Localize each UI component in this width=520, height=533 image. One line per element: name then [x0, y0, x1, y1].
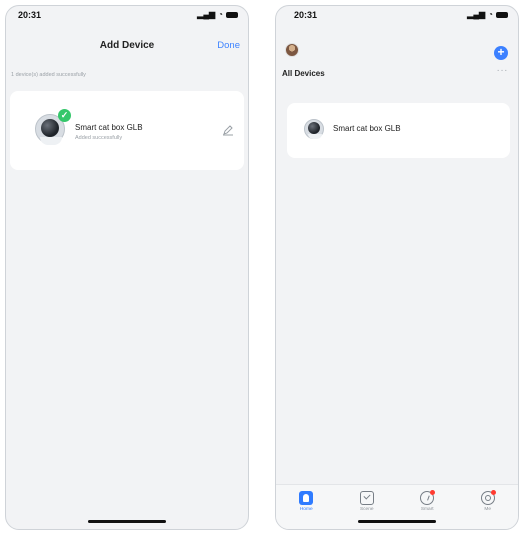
- camera-base: [308, 134, 322, 139]
- edit-icon[interactable]: [222, 124, 234, 136]
- status-bar: 20:31 ▂▄▆ ◔: [276, 6, 518, 24]
- device-name: Smart cat box GLB: [333, 124, 401, 133]
- notification-dot: [490, 490, 496, 495]
- tab-label: Home: [299, 507, 313, 512]
- tab-label: Smart: [420, 507, 434, 512]
- camera-lens: [308, 122, 320, 134]
- camera-lens: [41, 119, 59, 137]
- home-indicator[interactable]: [88, 520, 166, 523]
- done-button[interactable]: Done: [217, 40, 240, 51]
- wifi-icon: ◔: [488, 10, 493, 19]
- camera-base: [40, 137, 62, 145]
- success-check-icon: ✓: [58, 109, 71, 122]
- page-title: Add Device: [99, 40, 155, 51]
- tab-smart[interactable]: Smart: [403, 490, 451, 512]
- status-bar: 20:31 ▂▄▆ ◔: [6, 6, 248, 24]
- scene-icon: [359, 491, 374, 505]
- tab-me[interactable]: Me: [464, 490, 512, 512]
- tab-home[interactable]: Home: [282, 491, 330, 512]
- device-card[interactable]: Smart cat box GLB: [287, 103, 510, 158]
- avatar[interactable]: [285, 43, 299, 57]
- status-icons: ▂▄▆ ◔: [197, 11, 238, 19]
- battery-icon: [496, 12, 508, 18]
- home-screen: 20:31 ▂▄▆ ◔ + All Devices ··· Smart cat …: [275, 5, 519, 530]
- navigation-bar: Add Device Done: [6, 40, 248, 56]
- device-name: Smart cat box GLB: [75, 123, 143, 132]
- screenshot-stage: 20:31 ▂▄▆ ◔ Add Device Done 1 device(s) …: [0, 0, 520, 533]
- more-icon[interactable]: ···: [497, 65, 509, 76]
- notification-dot: [430, 490, 436, 495]
- home-icon: [299, 491, 314, 505]
- status-icons: ▂▄▆ ◔: [467, 11, 508, 19]
- me-icon: [480, 490, 496, 505]
- all-devices-title: All Devices: [282, 69, 325, 78]
- signal-icon: ▂▄▆: [467, 10, 486, 19]
- add-device-button[interactable]: +: [494, 46, 508, 60]
- device-status: Added successfully: [75, 135, 123, 141]
- status-time: 20:31: [18, 10, 42, 20]
- home-indicator[interactable]: [358, 520, 436, 523]
- signal-icon: ▂▄▆: [197, 10, 216, 19]
- tab-scene[interactable]: Scene: [343, 491, 391, 512]
- battery-icon: [226, 12, 238, 18]
- camera-icon: [304, 119, 324, 139]
- tab-label: Me: [484, 507, 492, 512]
- tab-label: Scene: [359, 507, 374, 512]
- wifi-icon: ◔: [218, 10, 223, 19]
- smart-icon: [420, 490, 436, 505]
- add-device-screen: 20:31 ▂▄▆ ◔ Add Device Done 1 device(s) …: [5, 5, 249, 530]
- added-device-card[interactable]: ✓ Smart cat box GLB Added successfully: [10, 91, 244, 170]
- success-summary: 1 device(s) added successfully: [11, 72, 86, 78]
- status-time: 20:31: [294, 10, 318, 20]
